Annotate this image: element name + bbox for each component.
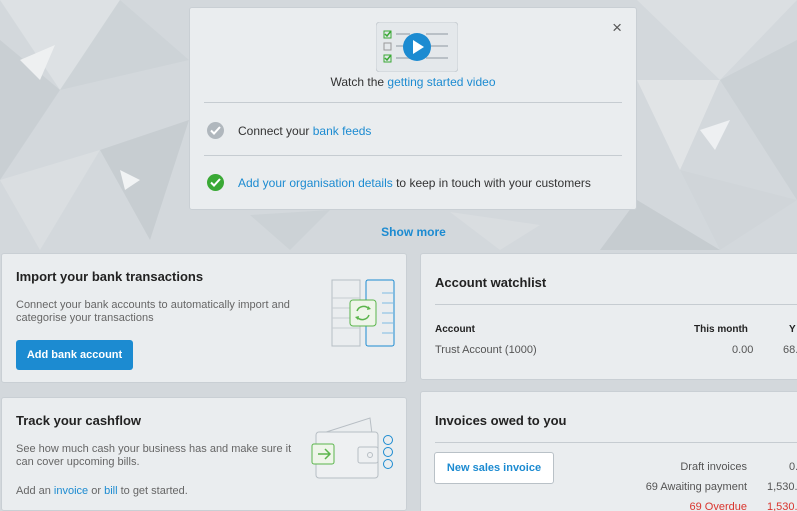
bank-feeds-prefix: Connect your (238, 123, 313, 138)
wallet-icon (311, 417, 393, 479)
check-circle-green-icon (207, 174, 224, 191)
bill-link[interactable]: bill (104, 485, 117, 497)
column-header-this-month: This month (694, 324, 748, 335)
video-play-icon[interactable] (376, 22, 458, 72)
cashflow-title: Track your cashflow (16, 413, 141, 428)
add-suffix: to get started. (117, 485, 188, 497)
organisation-details-text: Add your organisation details to keep in… (238, 176, 591, 190)
add-prefix: Add an (16, 485, 54, 497)
bank-feeds-text: Connect your bank feeds (238, 124, 371, 138)
cashflow-card: Track your cashflow See how much cash yo… (1, 397, 407, 511)
check-circle-grey-icon (207, 122, 224, 139)
watchlist-title: Account watchlist (435, 275, 547, 290)
step-organisation-details: Add your organisation details to keep in… (207, 174, 591, 191)
cashflow-description: See how much cash your business has and … (16, 443, 292, 468)
getting-started-panel: × Watch the getting started video Connec… (189, 7, 637, 210)
import-bank-title: Import your bank transactions (16, 269, 204, 284)
account-name-link[interactable]: Trust Account (1000) (435, 344, 537, 356)
draft-invoices-link[interactable]: Draft invoices (680, 461, 747, 473)
divider (204, 102, 622, 103)
awaiting-payment-amount: 1,530. (767, 481, 797, 493)
divider (435, 304, 797, 305)
cashflow-add-text: Add an invoice or bill to get started. (16, 485, 188, 498)
divider (204, 155, 622, 156)
account-watchlist-card: Account watchlist Account This month Y T… (420, 253, 797, 380)
draft-invoices-amount: 0. (789, 461, 797, 473)
overdue-link[interactable]: 69 Overdue (690, 501, 747, 511)
invoices-card: Invoices owed to you New sales invoice D… (420, 391, 797, 511)
watch-video-text: Watch the getting started video (190, 75, 636, 89)
watch-prefix: Watch the (330, 75, 388, 89)
organisation-details-suffix: to keep in touch with your customers (392, 175, 591, 190)
divider (435, 442, 797, 443)
new-sales-invoice-button[interactable]: New sales invoice (434, 452, 554, 484)
step-bank-feeds: Connect your bank feeds (207, 122, 371, 139)
bank-feeds-link[interactable]: bank feeds (313, 124, 372, 138)
organisation-details-link[interactable]: Add your organisation details (238, 176, 393, 190)
awaiting-payment-link[interactable]: 69 Awaiting payment (646, 481, 747, 493)
import-bank-card: Import your bank transactions Connect yo… (1, 253, 407, 383)
add-bank-account-button[interactable]: Add bank account (16, 340, 133, 370)
close-icon[interactable]: × (612, 19, 622, 36)
import-bank-description: Connect your bank accounts to automatica… (16, 299, 290, 324)
invoices-title: Invoices owed to you (435, 413, 567, 428)
column-header-account: Account (435, 324, 475, 335)
account-this-month: 0.00 (732, 344, 754, 356)
account-ytd: 68. (783, 344, 797, 356)
or-text: or (88, 485, 105, 497)
show-more-link[interactable]: Show more (0, 225, 797, 239)
overdue-amount: 1,530. (767, 501, 797, 511)
column-header-ytd: Y (789, 324, 796, 335)
invoice-link[interactable]: invoice (54, 485, 88, 497)
getting-started-video-link[interactable]: getting started video (387, 75, 495, 89)
bank-sync-icon (331, 279, 395, 347)
